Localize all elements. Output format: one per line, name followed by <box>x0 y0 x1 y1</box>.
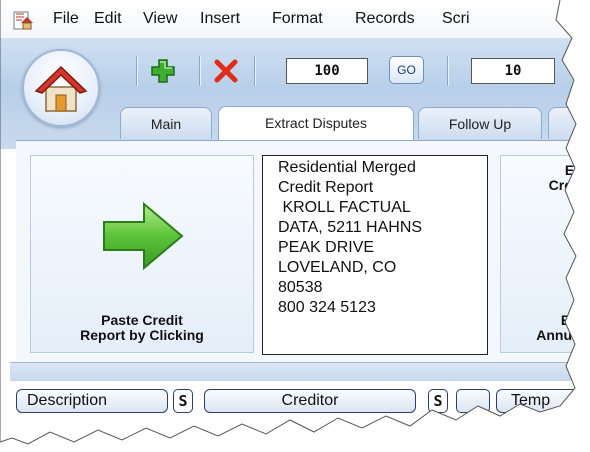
column-header-creditor[interactable]: Creditor <box>204 389 416 413</box>
right-card-bottom-line1: Ex <box>560 312 578 328</box>
delete-x-icon[interactable] <box>214 58 238 84</box>
tab-follow-up[interactable]: Follow Up <box>418 107 542 139</box>
menu-records[interactable]: Records <box>355 10 415 28</box>
home-button[interactable] <box>22 49 100 127</box>
column-header-checkbox[interactable] <box>456 389 490 413</box>
column-header-s2[interactable]: S <box>428 389 448 413</box>
menu-format[interactable]: Format <box>272 10 323 28</box>
paste-credit-label: Paste Credit Report by Clicking <box>30 313 254 343</box>
column-header-s1[interactable]: S <box>173 389 193 413</box>
tab-extract-disputes[interactable]: Extract Disputes <box>218 106 414 140</box>
tab-main[interactable]: Main <box>120 107 212 139</box>
menu-view[interactable]: View <box>143 10 177 28</box>
report-line: LOVELAND, CO <box>278 259 397 276</box>
plus-icon[interactable] <box>150 56 176 86</box>
report-line: DATA, 5211 HAHNS <box>278 219 423 236</box>
app-window: File Edit View Insert Format Records Scr… <box>0 0 582 444</box>
credit-report-text-field[interactable]: Residential Merged Credit Report KROLL F… <box>262 155 488 355</box>
menu-edit[interactable]: Edit <box>94 10 122 28</box>
right-card-top-line1: Ex <box>564 162 582 178</box>
paste-label-line1: Paste Credit <box>101 312 183 328</box>
report-line: PEAK DRIVE <box>278 239 375 256</box>
menu-bar: File Edit View Insert Format Records Scr… <box>0 0 576 39</box>
menu-insert[interactable]: Insert <box>200 10 240 28</box>
toolbar-separator <box>199 56 200 86</box>
menu-scripts[interactable]: Scri <box>442 10 470 28</box>
tab-more[interactable] <box>548 107 576 139</box>
right-card-top-line2: Cre <box>548 177 572 193</box>
report-line: 80538 <box>278 279 323 296</box>
go-button[interactable]: GO <box>389 56 424 84</box>
report-line: 800 324 5123 <box>278 299 376 316</box>
toolbar-separator <box>447 56 448 86</box>
toolbar-separator <box>136 56 137 86</box>
right-card-bottom-line2: Annu <box>536 327 572 343</box>
paste-label-line2: Report by Clicking <box>80 327 204 343</box>
right-arrow-icon <box>103 201 184 271</box>
app-icon <box>13 11 33 30</box>
report-line: KROLL FACTUAL <box>278 199 411 216</box>
column-header-description[interactable]: Description <box>16 389 168 413</box>
report-line: Credit Report <box>278 179 374 196</box>
toolbar-separator <box>254 56 255 86</box>
column-header-template[interactable]: Temp <box>496 389 576 413</box>
record-count-field[interactable]: 10 <box>471 58 555 84</box>
menu-file[interactable]: File <box>53 10 79 28</box>
report-line: Residential Merged <box>278 159 416 176</box>
app-window-screenshot: File Edit View Insert Format Records Scr… <box>0 0 590 452</box>
record-number-field[interactable]: 100 <box>286 58 368 84</box>
section-divider <box>10 362 576 381</box>
home-icon <box>34 65 88 112</box>
